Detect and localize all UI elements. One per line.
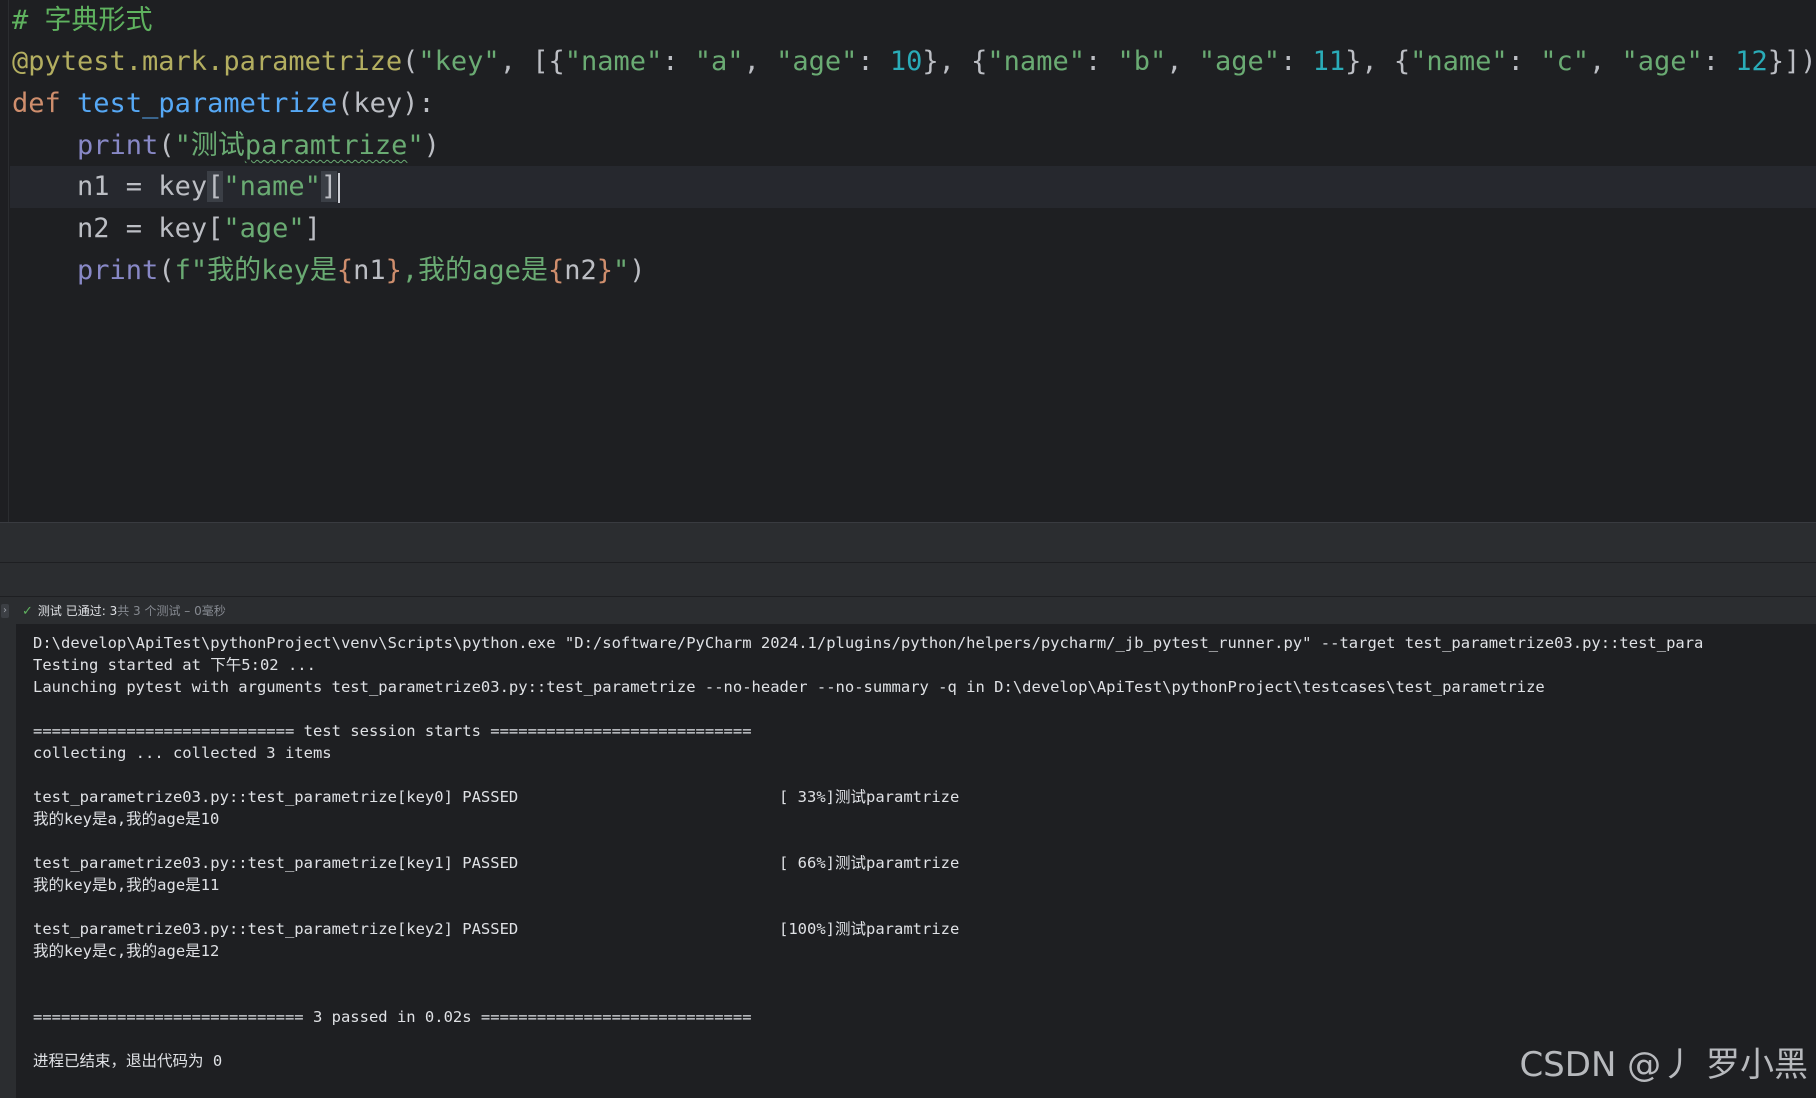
comment: # 字典形式 bbox=[12, 5, 153, 36]
text-caret bbox=[338, 172, 341, 203]
code-line-5[interactable]: n1 = key["name"] bbox=[12, 166, 341, 208]
test-status-bar bbox=[0, 596, 1816, 625]
run-console[interactable]: D:\develop\ApiTest\pythonProject\venv\Sc… bbox=[16, 624, 1816, 1098]
subscript-key: "name" bbox=[223, 171, 321, 202]
n1-assignment: n1 = key bbox=[77, 171, 208, 202]
console-line: collecting ... collected 3 items bbox=[33, 744, 332, 762]
console-output: 我的key是c,我的age是12 bbox=[33, 942, 220, 960]
string-literal: " bbox=[407, 130, 424, 161]
check-icon: ✓ bbox=[22, 604, 33, 619]
console-line: D:\develop\ApiTest\pythonProject\venv\Sc… bbox=[33, 634, 1704, 652]
code-line-1[interactable]: # 字典形式 bbox=[12, 0, 153, 42]
print-builtin: print bbox=[77, 130, 159, 161]
code-line-4[interactable]: print("测试paramtrize") bbox=[12, 125, 440, 167]
summary-line: ============================= 3 passed i… bbox=[33, 1008, 752, 1026]
splitter-band[interactable] bbox=[0, 522, 1816, 563]
console-output: 我的key是b,我的age是11 bbox=[33, 876, 220, 894]
expand-arrow-icon[interactable]: › bbox=[1, 604, 9, 618]
console-left-toolbar bbox=[0, 598, 16, 1098]
n2-assignment: n2 = key bbox=[77, 213, 208, 244]
gutter-divider bbox=[8, 0, 9, 522]
test-result-line: test_parametrize03.py::test_parametrize[… bbox=[33, 852, 959, 874]
exit-line: 进程已结束，退出代码为 0 bbox=[33, 1052, 223, 1070]
dict-key: "age" bbox=[1621, 46, 1703, 77]
dict-key: "age" bbox=[776, 46, 858, 77]
console-line: Launching pytest with arguments test_par… bbox=[33, 678, 1545, 696]
decorator: @pytest.mark.parametrize bbox=[12, 46, 403, 77]
dict-number: 12 bbox=[1735, 46, 1768, 77]
test-status: ✓ 测试 已通过: 3共 3 个测试 – 0毫秒 bbox=[22, 600, 226, 622]
fstring-part: f"我的key是 bbox=[174, 255, 337, 286]
test-id: test_parametrize03.py::test_parametrize[… bbox=[33, 788, 519, 806]
param-name: "key" bbox=[418, 46, 500, 77]
code-line-6[interactable]: n2 = key["age"] bbox=[12, 208, 321, 250]
test-id: test_parametrize03.py::test_parametrize[… bbox=[33, 854, 519, 872]
function-name: test_parametrize bbox=[77, 88, 338, 119]
dict-key: "age" bbox=[1198, 46, 1281, 77]
fstring-part: ,我的age是 bbox=[401, 255, 548, 286]
bracket-highlight: [ bbox=[207, 171, 224, 202]
fstring-part: " bbox=[612, 255, 630, 286]
dict-number: 10 bbox=[889, 46, 923, 77]
tool-window-header bbox=[0, 562, 1816, 597]
console-line: ============================ test sessio… bbox=[33, 722, 752, 740]
code-editor[interactable]: # 字典形式 @pytest.mark.parametrize("key", [… bbox=[0, 0, 1816, 522]
subscript-key: "age" bbox=[223, 213, 305, 244]
string-literal: "测试 bbox=[174, 130, 245, 161]
test-progress: [ 66%]测试paramtrize bbox=[779, 854, 960, 872]
dict-value: "b" bbox=[1117, 46, 1167, 77]
code-line-2[interactable]: @pytest.mark.parametrize("key", [{"name"… bbox=[12, 41, 1816, 83]
test-progress: [ 33%]测试paramtrize bbox=[779, 788, 960, 806]
print-builtin: print bbox=[77, 255, 159, 286]
test-passed-label: 测试 已通过: 3 bbox=[37, 604, 118, 618]
test-id: test_parametrize03.py::test_parametrize[… bbox=[33, 920, 519, 938]
def-keyword: def bbox=[12, 88, 61, 119]
dict-key: "name" bbox=[987, 46, 1085, 77]
fstring-var: n1 bbox=[353, 255, 386, 286]
dict-key: "name" bbox=[1410, 46, 1508, 77]
code-line-3[interactable]: def test_parametrize(key): bbox=[12, 83, 435, 125]
console-output: 我的key是a,我的age是10 bbox=[33, 810, 220, 828]
dict-value: "a" bbox=[694, 46, 744, 77]
dict-key: "name" bbox=[564, 46, 663, 77]
watermark: CSDN @丿 罗小黑 bbox=[1519, 1045, 1808, 1085]
test-progress: [100%]测试paramtrize bbox=[779, 920, 960, 938]
bracket-highlight: ] bbox=[320, 171, 338, 202]
code-line-7[interactable]: print(f"我的key是{n1},我的age是{n2}") bbox=[12, 250, 645, 292]
typo-squiggle: paramtrize bbox=[244, 130, 408, 161]
dict-number: 11 bbox=[1312, 46, 1346, 77]
dict-value: "c" bbox=[1540, 46, 1589, 77]
test-result-line: test_parametrize03.py::test_parametrize[… bbox=[33, 918, 959, 940]
test-detail: 共 3 个测试 – 0毫秒 bbox=[117, 604, 226, 618]
function-args: (key): bbox=[337, 88, 435, 119]
test-result-line: test_parametrize03.py::test_parametrize[… bbox=[33, 786, 959, 808]
console-line: Testing started at 下午5:02 ... bbox=[33, 656, 316, 674]
fstring-var: n2 bbox=[564, 255, 597, 286]
